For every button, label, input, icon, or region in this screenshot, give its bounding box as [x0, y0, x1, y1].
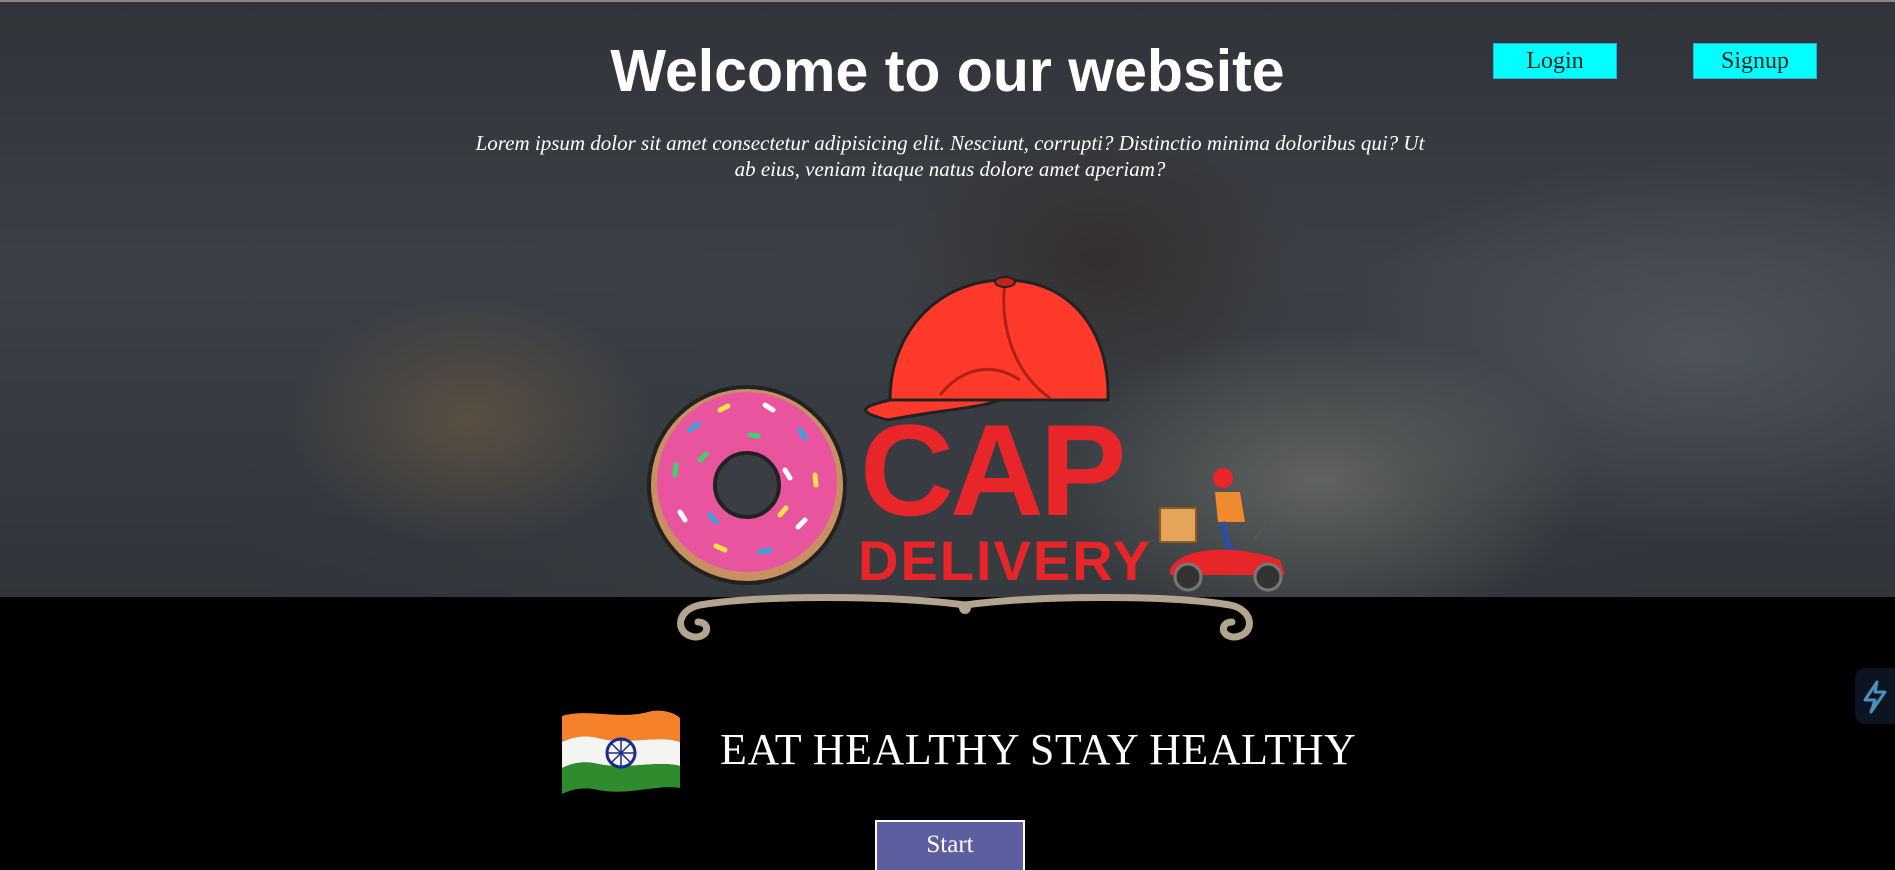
cap-delivery-logo: CAP DELIVERY — [647, 276, 1285, 641]
lightning-icon — [1863, 680, 1887, 714]
start-button[interactable]: Start — [875, 820, 1025, 870]
logo-word-cap: CAP — [860, 397, 1123, 543]
login-button[interactable]: Login — [1493, 43, 1617, 79]
slogan-heading: EAT HEALTHY STAY HEALTHY — [720, 725, 1357, 774]
logo-word-delivery: DELIVERY — [858, 529, 1152, 592]
side-widget-tab[interactable] — [1855, 668, 1895, 724]
indian-flag-icon — [562, 710, 680, 794]
ornament-divider — [677, 594, 1253, 641]
delivery-scooter-icon — [1159, 468, 1285, 592]
top-strip — [0, 0, 1895, 2]
signup-button[interactable]: Signup — [1693, 43, 1817, 79]
donut-icon — [647, 385, 847, 585]
hero-description: Lorem ipsum dolor sit amet consectetur a… — [475, 131, 1425, 181]
